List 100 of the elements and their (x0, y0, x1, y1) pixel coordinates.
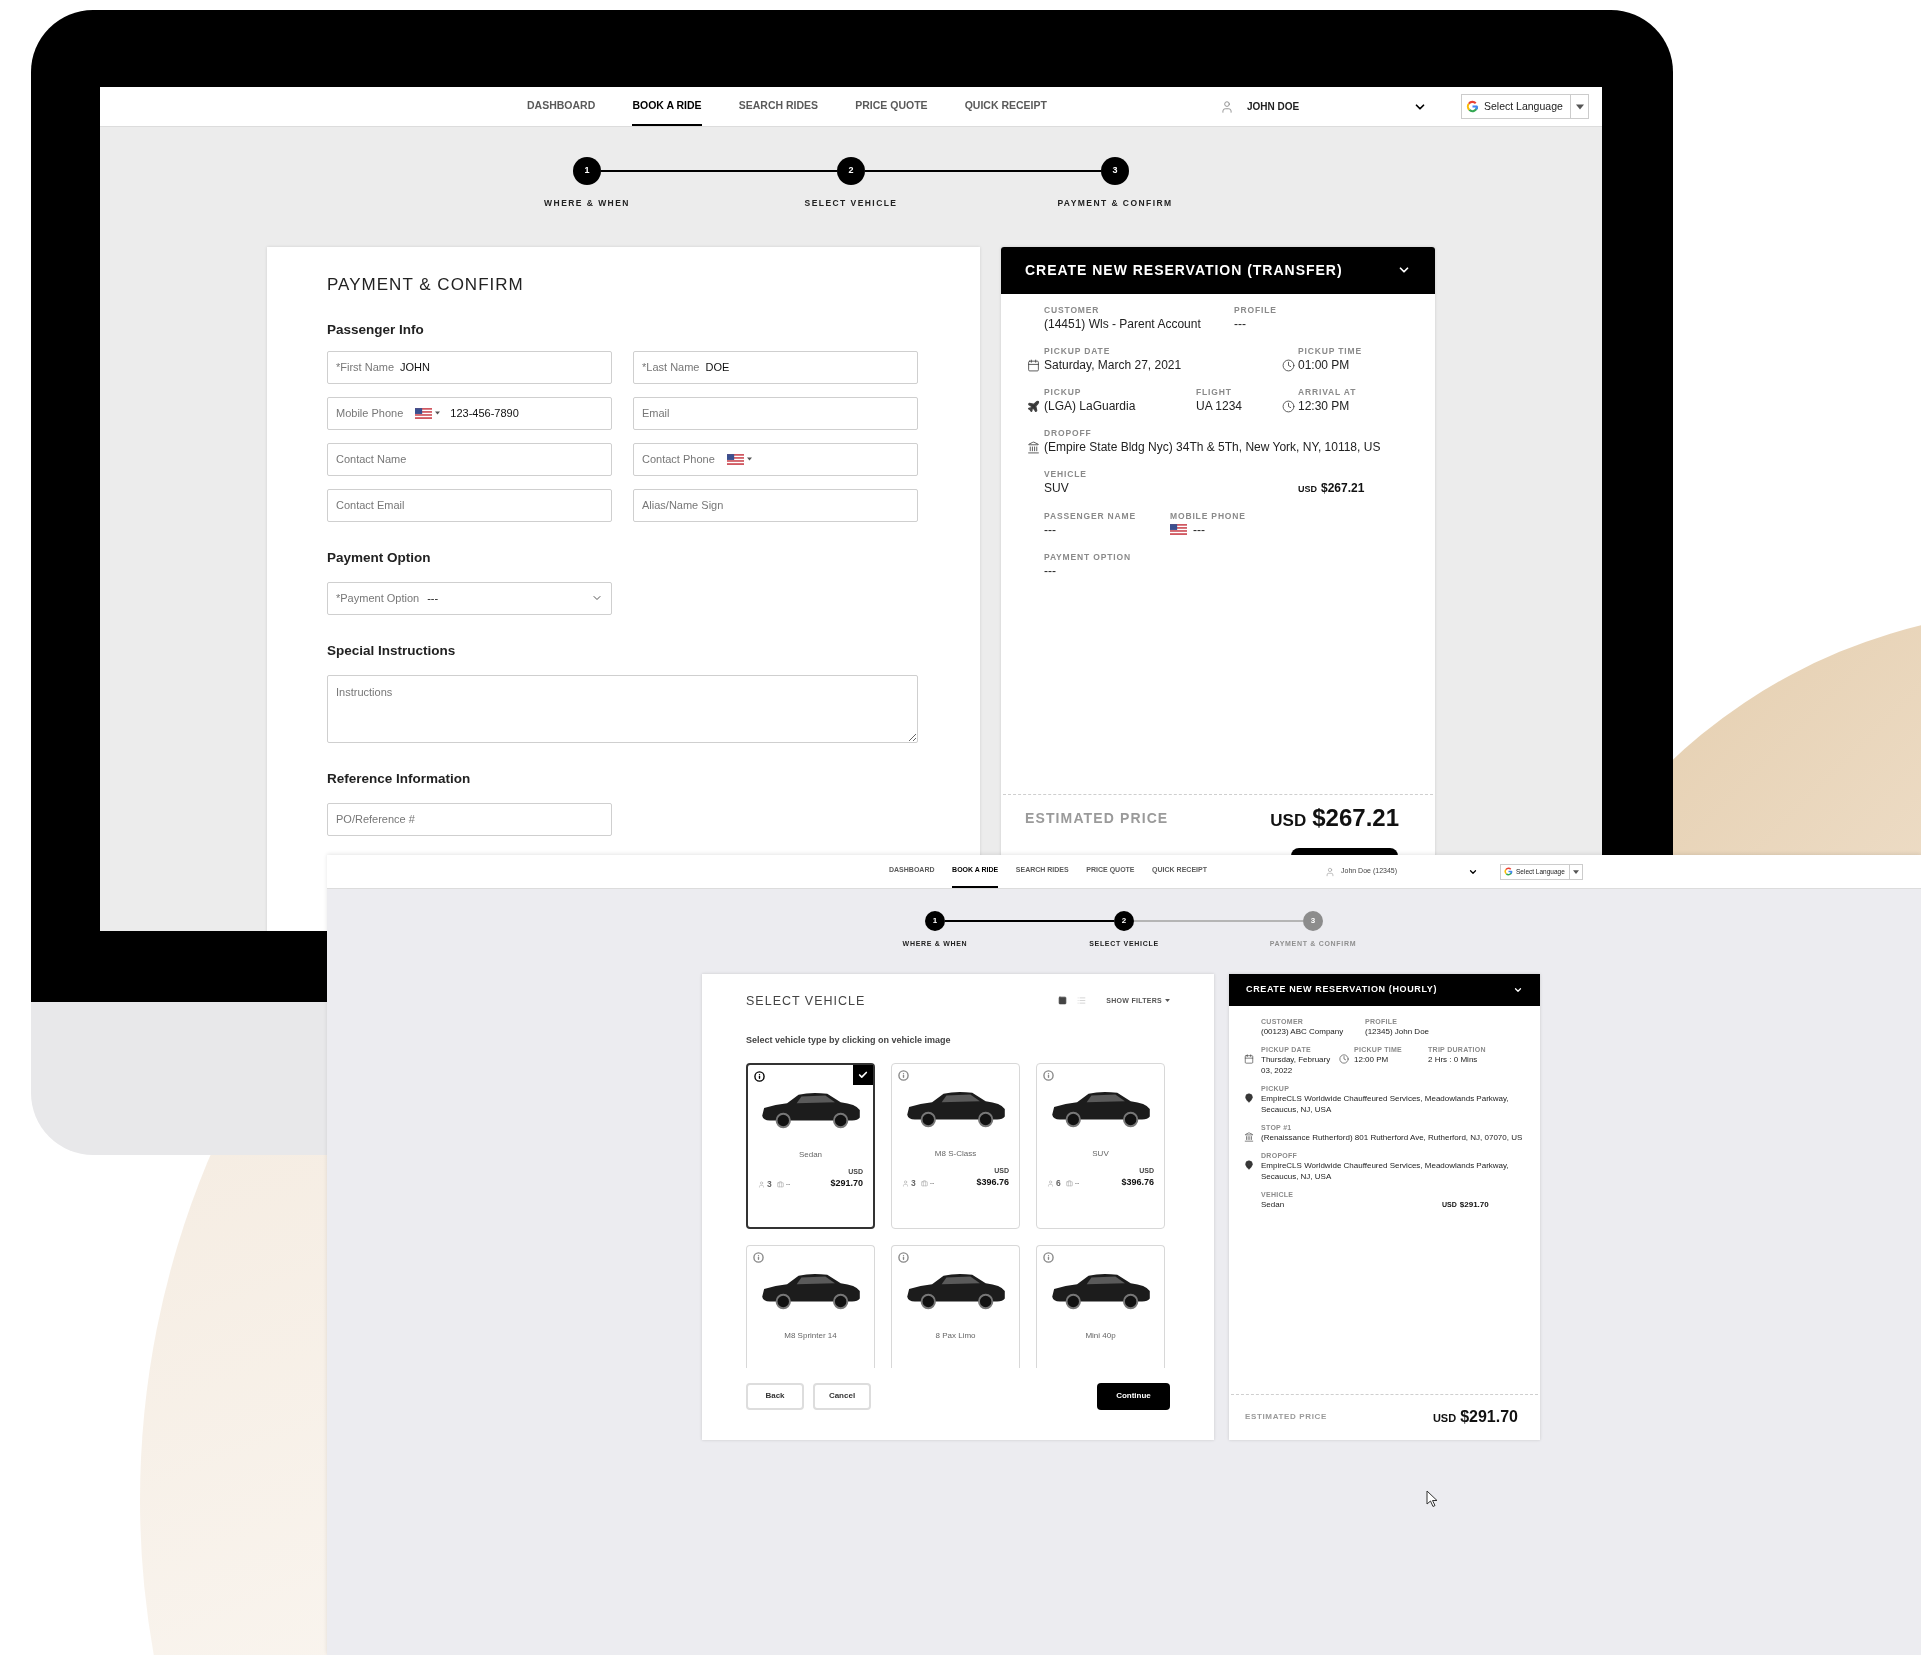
vehicle-card[interactable]: Mini 40p (1036, 1244, 1165, 1368)
field-label: PICKUP TIME (1298, 345, 1362, 357)
grid-view-icon[interactable] (1058, 996, 1068, 1006)
form-title: PAYMENT & CONFIRM (327, 274, 525, 295)
section-heading: Special Instructions (327, 641, 457, 660)
text-field[interactable]: Alias/Name Sign (633, 488, 918, 522)
field-value: 2 Hrs : 0 Mins (1428, 1053, 1479, 1065)
vehicle-price: $396.76 (976, 1176, 1009, 1190)
phone-field[interactable]: Mobile Phone 123-456-7890 (327, 396, 612, 430)
text-field[interactable]: Contact Email (327, 488, 612, 522)
field-value: EmpireCLS Worldwide Chauffeured Services, Meadowlands Parkway, Secaucus, NJ, USA (1261, 1092, 1510, 1115)
estimated-price-label: ESTIMATED PRICE (1245, 1411, 1327, 1423)
field-value: (00123) ABC Company (1261, 1025, 1344, 1037)
vehicle-name: SUV (1092, 1147, 1109, 1160)
language-select[interactable]: Select Language (1461, 94, 1589, 119)
vehicle-name: Mini 40p (1085, 1329, 1116, 1342)
vehicle-name: M8 Sprinter 14 (784, 1329, 837, 1342)
nav-tab[interactable]: BOOK A RIDE (632, 87, 702, 126)
info-icon[interactable] (754, 1070, 765, 1082)
map-pin-icon (1244, 1092, 1254, 1103)
vehicle-card[interactable]: 8 Pax Limo (891, 1244, 1020, 1368)
step-label: SELECT VEHICLE (804, 197, 898, 210)
briefcase-icon (1065, 1179, 1073, 1187)
building-icon (1244, 1131, 1254, 1142)
action-button[interactable] (1291, 847, 1398, 856)
field-value: EmpireCLS Worldwide Chauffeured Services, Meadowlands Parkway, Secaucus, NJ, USA (1261, 1159, 1510, 1182)
g-logo-icon (1504, 867, 1513, 876)
briefcase-icon (920, 1179, 928, 1187)
text-field[interactable]: *First Name JOHN (327, 350, 612, 384)
field-value: --- (1044, 521, 1057, 538)
vehicle-price: USD $267.21 (1298, 479, 1365, 497)
field-value: (Empire State Bldg Nyc) 34Th & 5Th, New York, NY, 10118, US (1044, 438, 1381, 455)
outline-button[interactable]: Cancel (813, 1382, 871, 1410)
nav-tab[interactable]: SEARCH RIDES (738, 87, 819, 126)
field-label: PICKUP (1044, 386, 1083, 398)
outline-button[interactable]: Back (746, 1382, 804, 1410)
text-field[interactable]: Email (633, 396, 918, 430)
field-label: DROPOFF (1044, 427, 1093, 439)
clock-icon (1339, 1053, 1349, 1064)
step-label: WHERE & WHEN (544, 197, 630, 210)
text-field[interactable]: PO/Reference # (327, 802, 612, 836)
person-icon (758, 1180, 765, 1188)
vehicle-name: Sedan (798, 1148, 823, 1161)
clock-icon (1282, 358, 1295, 372)
select-field[interactable]: *Payment Option --- (327, 581, 612, 615)
primary-button[interactable]: Continue (1097, 1382, 1170, 1410)
vehicle-card[interactable]: M8 Sprinter 14 (746, 1244, 875, 1368)
person-icon (1047, 1179, 1054, 1187)
nav-tab[interactable]: PRICE QUOTE (855, 87, 928, 126)
estimated-price: USD $267.21 (1270, 803, 1399, 834)
estimated-price-label: ESTIMATED PRICE (1025, 808, 1169, 828)
nav-tab[interactable]: QUICK RECEIPT (964, 87, 1047, 126)
panel-header[interactable]: CREATE NEW RESERVATION (TRANSFER) (1001, 246, 1435, 294)
vehicle-name: M8 S-Class (934, 1147, 977, 1160)
instructions-field[interactable]: Instructions (327, 674, 918, 743)
field-value: (LGA) LaGuardia (1044, 397, 1136, 414)
nav-tab[interactable]: DASHBOARD (527, 87, 596, 126)
clock-icon (1282, 399, 1295, 413)
section-heading: Reference Information (327, 769, 472, 788)
phone-field[interactable]: Contact Phone (633, 442, 918, 476)
user-name[interactable]: JOHN DOE (1247, 99, 1300, 114)
field-value: 01:00 PM (1298, 356, 1351, 373)
field-label: CUSTOMER (1044, 304, 1101, 316)
panel-title: CREATE NEW RESERVATION (HOURLY) (1246, 982, 1438, 996)
flag-icon (1170, 524, 1187, 536)
caret-icon (1572, 869, 1579, 874)
panel-header[interactable]: CREATE NEW RESERVATION (HOURLY) (1229, 973, 1540, 1006)
text-field[interactable]: Contact Name (327, 442, 612, 476)
field-value: (12345) John Doe (1365, 1025, 1430, 1037)
panel-title: CREATE NEW RESERVATION (TRANSFER) (1025, 260, 1343, 280)
caret-icon (746, 457, 752, 462)
field-label: MOBILE PHONE (1170, 510, 1246, 522)
passenger-count: 3 (911, 1177, 916, 1190)
field-value: --- (1193, 521, 1205, 538)
estimated-price: USD $291.70 (1432, 1407, 1518, 1427)
vehicle-name: 8 Pax Limo (935, 1329, 976, 1342)
field-label: PROFILE (1234, 304, 1277, 316)
person-icon (902, 1179, 909, 1187)
cursor-icon (1426, 1490, 1438, 1508)
field-value: --- (1044, 562, 1057, 579)
building-icon (1027, 440, 1040, 454)
calendar-icon (1244, 1053, 1254, 1064)
field-value: --- (1234, 315, 1247, 332)
field-value: Saturday, March 27, 2021 (1044, 356, 1182, 373)
flag-icon (726, 453, 744, 465)
field-value: (Renaissance Rutherford) 801 Rutherford Ave, Rutherford, NJ, 07070, US (1261, 1131, 1523, 1143)
vehicle-price: $291.70 (830, 1177, 863, 1191)
panel-title: SELECT VEHICLE (746, 992, 866, 1010)
field-value: UA 1234 (1196, 397, 1243, 414)
instruction-text: Select vehicle type by clicking on vehicle image (746, 1034, 952, 1048)
field-value: (14451) Wls - Parent Account (1044, 315, 1201, 332)
field-label: FLIGHT (1196, 386, 1233, 398)
step-label: PAYMENT & CONFIRM (1057, 197, 1173, 210)
map-pin-icon (1244, 1159, 1254, 1170)
caret-icon (1575, 103, 1584, 110)
text-field[interactable]: *Last Name DOE (633, 350, 918, 384)
section-heading: Payment Option (327, 548, 432, 567)
field-label: PAYMENT OPTION (1044, 551, 1131, 563)
field-label: VEHICLE (1044, 468, 1087, 480)
field-value: Thursday, February 03, 2022 (1261, 1053, 1332, 1076)
